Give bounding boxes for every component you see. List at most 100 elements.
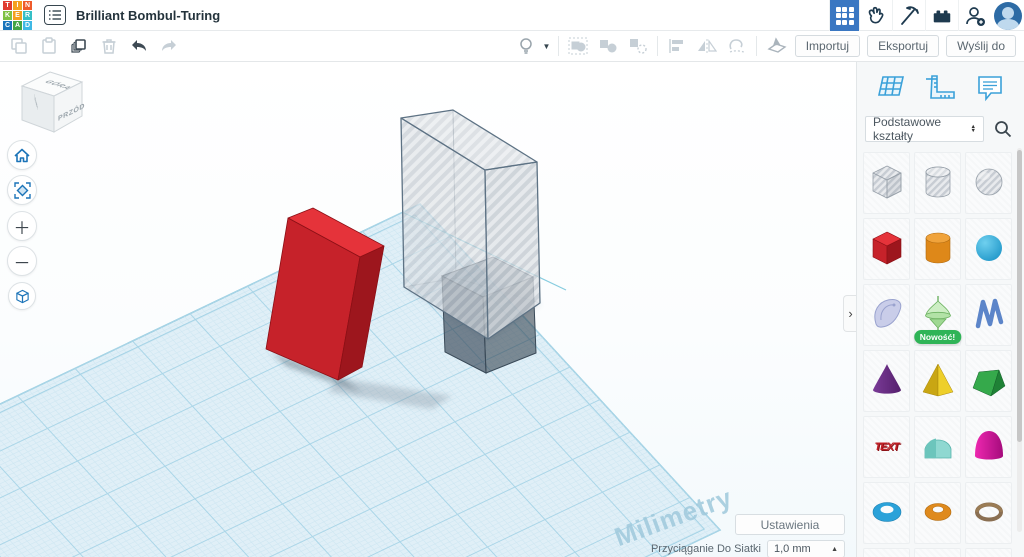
design-title[interactable]: Brilliant Bombul-Turing xyxy=(76,8,220,23)
logo-tile: I xyxy=(13,1,22,10)
shape-spinning-top[interactable]: Nowość! xyxy=(914,284,961,346)
toolbar-divider xyxy=(558,36,559,56)
minecraft-export-button[interactable] xyxy=(892,0,925,31)
send-to-button[interactable]: Wyślij do xyxy=(946,35,1016,57)
blocks-grid-button[interactable] xyxy=(829,0,859,31)
ruler-corner-icon xyxy=(926,74,956,102)
show-all-dropdown[interactable]: ▼ xyxy=(538,33,554,59)
search-shapes-button[interactable] xyxy=(990,116,1016,142)
shape-squiggle[interactable] xyxy=(965,284,1012,346)
tab-workplane[interactable] xyxy=(873,70,909,106)
toolbar-divider xyxy=(756,36,757,56)
redo-icon xyxy=(159,38,179,54)
align-button[interactable] xyxy=(662,33,692,59)
snap-value-dropdown[interactable]: 1,0 mm ▲ xyxy=(767,540,845,557)
shape-sphere[interactable] xyxy=(965,218,1012,280)
hand-icon xyxy=(865,5,887,27)
tinkercad-logo[interactable]: TINKERCAD xyxy=(3,1,32,30)
solid-hole-icon xyxy=(628,37,648,55)
tinkercad-app: TINKERCAD Brilliant Bombul-Turing xyxy=(0,0,1024,557)
paste-button[interactable] xyxy=(34,33,64,59)
shape-paraboloid[interactable] xyxy=(965,416,1012,478)
group-button[interactable] xyxy=(563,33,593,59)
shapes-panel: Podstawowe kształty ▲▼ xyxy=(856,62,1024,557)
list-icon xyxy=(48,9,62,21)
viewport-3d: GÓRA LEWY PRZÓD ＋ － Milimetry Ustawienia… xyxy=(0,62,856,557)
scene-3d xyxy=(0,62,856,557)
shape-cell[interactable] xyxy=(965,548,1012,557)
home-view-button[interactable] xyxy=(7,140,37,170)
panel-collapse-handle[interactable]: › xyxy=(843,295,856,332)
scrollbar-thumb[interactable] xyxy=(1017,150,1022,442)
shape-torus[interactable] xyxy=(863,482,910,544)
shape-ring[interactable] xyxy=(965,482,1012,544)
curve-tool-icon xyxy=(727,37,747,55)
undo-icon xyxy=(129,38,149,54)
share-components-button[interactable] xyxy=(623,33,653,59)
chevron-down-icon: ▼ xyxy=(543,42,551,51)
mirror-button[interactable] xyxy=(692,33,722,59)
logo-tile: A xyxy=(13,21,22,30)
snap-controls: Przyciąganie Do Siatki 1,0 mm ▲ xyxy=(651,540,845,557)
shape-cell[interactable] xyxy=(914,548,961,557)
ungroup-icon xyxy=(598,37,618,55)
snap-grid-label: Przyciąganie Do Siatki xyxy=(651,543,761,555)
lego-export-button[interactable] xyxy=(925,0,958,31)
import-button[interactable]: Importuj xyxy=(795,35,860,57)
hand-tool-button[interactable] xyxy=(859,0,892,31)
workplane-icon xyxy=(765,37,787,55)
export-button[interactable]: Eksportuj xyxy=(867,35,939,57)
shape-box[interactable] xyxy=(863,218,910,280)
main-toolbar: ▼ Importuj Eksportuj Wyśl xyxy=(0,31,1024,62)
shape-hole-cylinder[interactable] xyxy=(914,152,961,214)
shape-cone[interactable] xyxy=(863,350,910,412)
view-cube[interactable]: GÓRA LEWY PRZÓD xyxy=(14,66,98,146)
workplane-tool-button[interactable] xyxy=(761,33,791,59)
fit-view-icon xyxy=(14,182,31,199)
user-avatar[interactable] xyxy=(994,2,1022,30)
grid-settings-button[interactable]: Ustawienia xyxy=(735,514,845,535)
sketch-tool-button[interactable] xyxy=(722,33,752,59)
fit-view-button[interactable] xyxy=(7,175,37,205)
undo-button[interactable] xyxy=(124,33,154,59)
trash-icon xyxy=(101,37,117,55)
category-value: Podstawowe kształty xyxy=(873,115,971,143)
logo-tile: D xyxy=(23,21,32,30)
shape-scribble[interactable] xyxy=(863,284,910,346)
tab-ruler[interactable] xyxy=(923,70,959,106)
pickaxe-icon xyxy=(897,5,921,27)
tab-notes[interactable] xyxy=(972,70,1008,106)
shape-hole-sphere[interactable] xyxy=(965,152,1012,214)
shape-hole-box[interactable] xyxy=(863,152,910,214)
redo-button[interactable] xyxy=(154,33,184,59)
lightbulb-icon xyxy=(518,37,534,55)
shape-tube[interactable] xyxy=(914,482,961,544)
shape-text[interactable]: TEXT xyxy=(863,416,910,478)
panel-tabs xyxy=(857,62,1024,112)
logo-tile: K xyxy=(3,11,12,20)
toolbar-actions: Importuj Eksportuj Wyślij do xyxy=(795,35,1016,57)
shape-cell[interactable] xyxy=(863,548,910,557)
new-shape-badge: Nowość! xyxy=(914,330,961,344)
mirror-icon xyxy=(697,38,717,54)
show-all-button[interactable] xyxy=(514,33,538,59)
zoom-out-button[interactable]: － xyxy=(7,246,37,276)
perspective-toggle-button[interactable] xyxy=(8,282,36,310)
shape-category-dropdown[interactable]: Podstawowe kształty ▲▼ xyxy=(865,116,984,142)
shape-rounded-roof[interactable] xyxy=(914,416,961,478)
invite-collaborator-button[interactable] xyxy=(958,0,991,31)
category-row: Podstawowe kształty ▲▼ xyxy=(857,112,1024,142)
shape-roof[interactable] xyxy=(965,350,1012,412)
delete-button[interactable] xyxy=(94,33,124,59)
logo-tile: C xyxy=(3,21,12,30)
app-header: TINKERCAD Brilliant Bombul-Turing xyxy=(0,0,1024,31)
copy-button[interactable] xyxy=(4,33,34,59)
duplicate-button[interactable] xyxy=(64,33,94,59)
toolbar-divider xyxy=(657,36,658,56)
shape-cylinder[interactable] xyxy=(914,218,961,280)
zoom-in-button[interactable]: ＋ xyxy=(7,211,37,241)
ungroup-button[interactable] xyxy=(593,33,623,59)
shape-pyramid[interactable] xyxy=(914,350,961,412)
design-menu-button[interactable] xyxy=(44,5,66,25)
home-icon xyxy=(14,148,30,163)
